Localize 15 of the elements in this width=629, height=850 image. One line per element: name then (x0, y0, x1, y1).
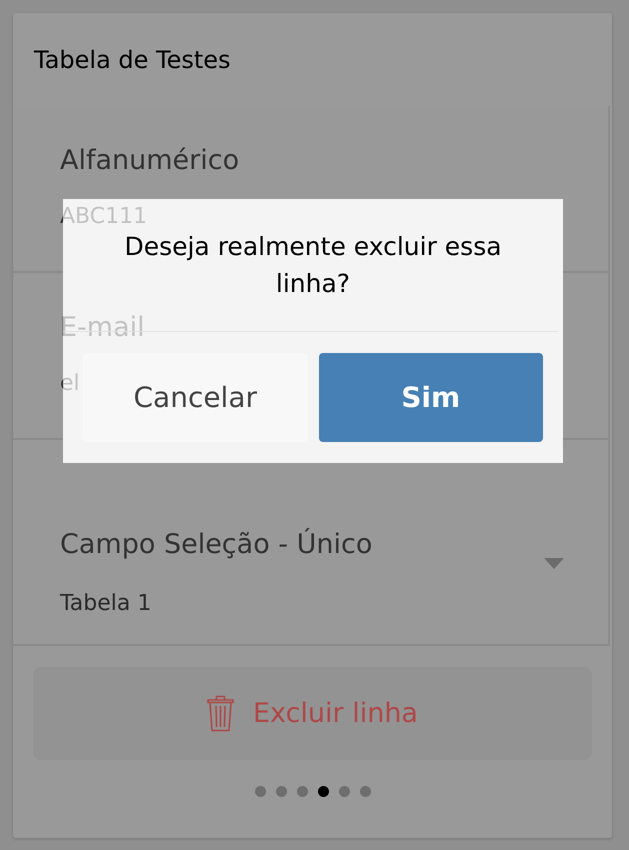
confirm-button[interactable]: Sim (318, 353, 543, 442)
page-dot-icon[interactable] (318, 786, 328, 797)
page-dot-icon[interactable] (338, 786, 350, 797)
cancel-button[interactable]: Cancelar (83, 353, 308, 442)
field-value: Tabela 1 (60, 590, 152, 618)
page-dot-icon[interactable] (276, 786, 286, 797)
page-dot-icon[interactable] (254, 786, 266, 797)
field-label: Alfanumérico (60, 144, 240, 178)
caret-icon[interactable] (544, 558, 564, 569)
page-dot-icon[interactable] (360, 786, 370, 797)
trash-icon (207, 695, 234, 732)
page-dot-icon[interactable] (296, 786, 308, 797)
dialog-message: Deseja realmente excluir essa linha? (123, 231, 503, 300)
field-label: Campo Seleção - Único (60, 528, 372, 562)
card-title: Tabela de Testes (34, 46, 231, 74)
